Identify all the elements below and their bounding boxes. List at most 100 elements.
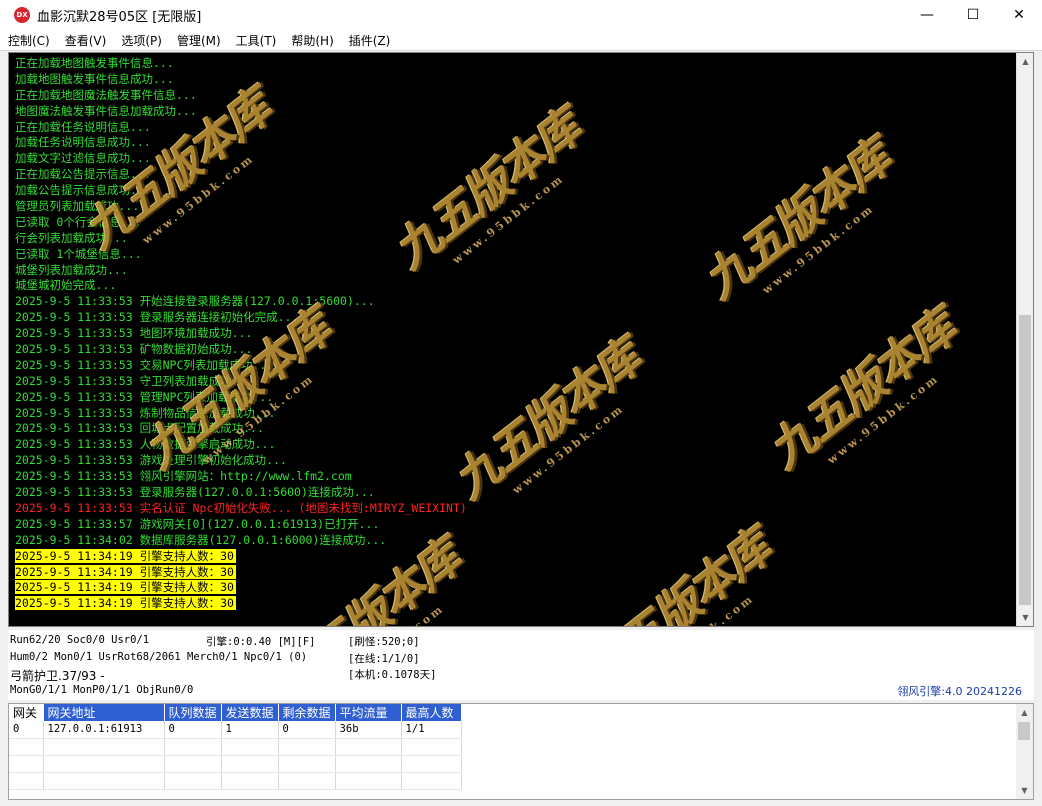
console-scroll-thumb[interactable]: [1019, 315, 1031, 605]
log-line: 2025-9-5 11:33:57 游戏网关[0](127.0.0.1:6191…: [15, 517, 467, 533]
log-text: 2025-9-5 11:33:53 地图环境加载成功...: [15, 326, 253, 341]
scroll-up-icon[interactable]: ▲: [1017, 53, 1033, 70]
menu-view[interactable]: 查看(V): [57, 32, 114, 49]
log-line: 2025-9-5 11:33:53 人物数据引擎启动成功...: [15, 437, 467, 453]
menu-tools[interactable]: 工具(T): [228, 32, 284, 49]
table-scrollbar[interactable]: ▲ ▼: [1016, 704, 1033, 799]
status-hum: Hum0/2 Mon0/1 UsrRot68/2061 Merch0/1 Npc…: [10, 651, 308, 663]
log-line-highlight: 2025-9-5 11:34:19 引擎支持人数：30: [15, 564, 467, 581]
log-line-highlight: 2025-9-5 11:34:19 引擎支持人数：30: [15, 548, 467, 565]
log-text: 行会列表加载成功...: [15, 230, 128, 245]
log-line: 2025-9-5 11:33:53 翎风引擎网站：http://www.lfm2…: [15, 469, 467, 485]
log-text: 2025-9-5 11:33:53 开始连接登录服务器(127.0.0.1:56…: [15, 294, 375, 309]
log-line: 加载地图触发事件信息成功...: [15, 72, 467, 88]
column-header[interactable]: 发送数据: [221, 704, 279, 721]
log-line: 城堡城初始完成...: [15, 278, 467, 294]
column-header[interactable]: 最高人数: [401, 704, 462, 721]
column-header[interactable]: 队列数据: [164, 704, 222, 721]
watermark-url: www.95bbk.com: [825, 371, 942, 467]
status-guard: 弓箭护卫.37/93 -: [10, 669, 105, 683]
menu-manage[interactable]: 管理(M): [169, 32, 228, 49]
log-line: 2025-9-5 11:34:02 数据库服务器(127.0.0.1:6000)…: [15, 533, 467, 549]
log-line: 加载公告提示信息成功...: [15, 183, 467, 199]
log-text: 2025-9-5 11:33:53 实名认证 Npc初始化失败... (地图未找…: [15, 500, 467, 515]
log-text: 加载任务说明信息成功...: [15, 135, 151, 150]
watermark-text: 九五版本库: [758, 300, 966, 479]
log-text: 2025-9-5 11:33:53 炼制物品信息加载成功...: [15, 405, 276, 420]
status-panel: Run62/20 Soc0/0 Usr0/1 Hum0/2 Mon0/1 Usr…: [8, 630, 1034, 700]
log-text: 加载文字过滤信息成功...: [15, 151, 151, 166]
menu-options[interactable]: 选项(P): [113, 32, 169, 49]
log-line: 城堡列表加载成功...: [15, 263, 467, 279]
table-row-empty: [9, 772, 462, 790]
console-log[interactable]: 正在加载地图触发事件信息... 加载地图触发事件信息成功... 正在加载地图魔法触发…: [9, 53, 1016, 626]
console-scrollbar[interactable]: ▲ ▼: [1016, 53, 1033, 626]
watermark-url: www.95bbk.com: [640, 566, 790, 626]
table-cell: 0: [9, 721, 44, 739]
log-text: 加载地图触发事件信息成功...: [15, 71, 174, 86]
log-line-error: 2025-9-5 11:33:53 实名认证 Npc初始化失败... (地图未找…: [15, 501, 467, 517]
menu-plugins[interactable]: 插件(Z): [341, 32, 398, 49]
log-text: 2025-9-5 11:33:53 管理NPC列表加载成功...: [15, 389, 274, 404]
log-text: 加载公告提示信息成功...: [15, 183, 151, 198]
gateway-table-panel: 网关 网关地址 队列数据 发送数据 剩余数据 平均流量 最高人数 0 127.0…: [8, 703, 1034, 800]
log-text: 2025-9-5 11:34:19 引擎支持人数：30: [15, 564, 236, 579]
log-line: 2025-9-5 11:33:53 登录服务器(127.0.0.1:5600)连…: [15, 485, 467, 501]
status-online: [在线:1/1/0]: [348, 653, 420, 665]
log-text: 2025-9-5 11:34:19 引擎支持人数：30: [15, 580, 236, 595]
log-line: 行会列表加载成功...: [15, 231, 467, 247]
app-icon: DX: [14, 7, 30, 23]
watermark: 九五版本库www.95bbk.com: [438, 324, 660, 522]
log-text: 2025-9-5 11:33:53 矿物数据初始成功...: [15, 342, 253, 357]
table-row-empty: [9, 738, 462, 756]
log-line: 2025-9-5 11:33:53 登录服务器连接初始化完成...: [15, 310, 467, 326]
log-text: 正在加载任务说明信息...: [15, 119, 151, 134]
watermark-text: 九五版本库: [693, 130, 901, 309]
log-line: 正在加载公告提示信息...: [15, 167, 467, 183]
menu-help[interactable]: 帮助(H): [283, 32, 340, 49]
log-line: 正在加载地图触发事件信息...: [15, 56, 467, 72]
column-header[interactable]: 网关: [9, 704, 44, 721]
status-run: Run62/20 Soc0/0 Usr0/1: [10, 634, 150, 646]
log-text: 城堡列表加载成功...: [15, 262, 128, 277]
log-line: 2025-9-5 11:33:53 管理NPC列表加载成功...: [15, 390, 467, 406]
column-header[interactable]: 平均流量: [335, 704, 402, 721]
scroll-down-icon[interactable]: ▼: [1017, 609, 1033, 626]
log-text: 2025-9-5 11:33:53 游戏处理引擎初始化成功...: [15, 453, 287, 468]
table-cell: 0: [164, 721, 222, 739]
table-row-empty: [9, 755, 462, 773]
log-line: 2025-9-5 11:33:53 开始连接登录服务器(127.0.0.1:56…: [15, 294, 467, 310]
menu-control[interactable]: 控制(C): [0, 32, 57, 49]
log-text: 2025-9-5 11:33:53 登录服务器(127.0.0.1:5600)连…: [15, 485, 375, 500]
table-row[interactable]: 0 127.0.0.1:61913 0 1 0 36b 1/1: [9, 721, 462, 739]
table-header-row: 网关 网关地址 队列数据 发送数据 剩余数据 平均流量 最高人数: [9, 704, 462, 721]
column-header[interactable]: 剩余数据: [278, 704, 336, 721]
log-text: 已读取 1个城堡信息...: [15, 246, 142, 261]
watermark: 九五版本库www.95bbk.com: [753, 294, 975, 492]
log-line: 已读取 1个城堡信息...: [15, 247, 467, 263]
log-line: 2025-9-5 11:33:53 炼制物品信息加载成功...: [15, 406, 467, 422]
scroll-up-icon[interactable]: ▲: [1016, 704, 1033, 721]
log-text: 2025-9-5 11:33:53 翎风引擎网站：http://www.lfm2…: [15, 469, 352, 484]
log-line: 加载任务说明信息成功...: [15, 135, 467, 151]
window-controls: — ☐ ✕: [904, 0, 1042, 30]
log-text: 2025-9-5 11:34:19 引擎支持人数：30: [15, 596, 236, 611]
watermark-url: www.95bbk.com: [450, 171, 567, 267]
table-cell: 127.0.0.1:61913: [43, 721, 165, 739]
close-button[interactable]: ✕: [996, 0, 1042, 30]
status-mon: MonG0/1/1 MonP0/1/1 ObjRun0/0: [10, 684, 194, 696]
table-cell: 1/1: [401, 721, 462, 739]
window-title: 血影沉默28号05区 [无限版]: [37, 9, 202, 25]
maximize-button[interactable]: ☐: [950, 0, 996, 30]
scroll-down-icon[interactable]: ▼: [1016, 782, 1033, 799]
log-line: 2025-9-5 11:33:53 交易NPC列表加载成功...: [15, 358, 467, 374]
status-machine: [本机:0.1078天]: [348, 669, 437, 681]
log-line: 地图魔法触发事件信息加载成功...: [15, 104, 467, 120]
table-scroll-thumb[interactable]: [1018, 722, 1030, 740]
minimize-button[interactable]: —: [904, 0, 950, 30]
watermark: 九五版本库www.95bbk.com: [688, 124, 910, 322]
log-text: 2025-9-5 11:34:19 引擎支持人数：30: [15, 548, 236, 563]
log-text: 2025-9-5 11:33:53 守卫列表加载成功...: [15, 373, 253, 388]
column-header[interactable]: 网关地址: [43, 704, 165, 721]
log-text: 城堡城初始完成...: [15, 278, 117, 293]
